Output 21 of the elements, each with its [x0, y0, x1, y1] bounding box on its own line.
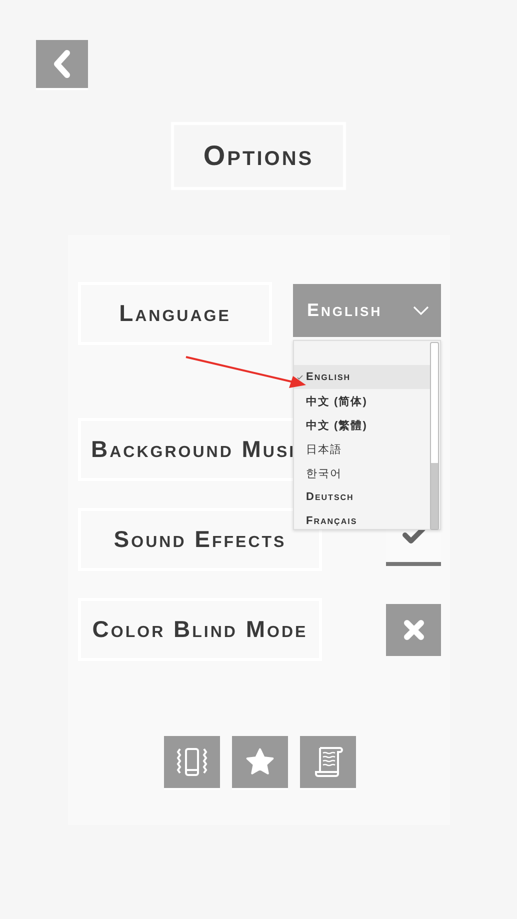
back-chevron-icon [52, 49, 72, 79]
scrollbar[interactable] [430, 342, 439, 530]
options-title: Options [171, 122, 346, 190]
chevron-down-icon [413, 306, 429, 316]
vibrating-phone-icon [174, 746, 208, 778]
back-button[interactable] [36, 40, 88, 90]
check-icon [297, 375, 303, 380]
language-option[interactable]: 中文 (简体) [294, 389, 433, 413]
star-button[interactable] [232, 736, 288, 790]
language-option[interactable]: 한국어 [294, 461, 433, 485]
setting-label: Color Blind Mode [78, 598, 322, 661]
close-icon [402, 619, 424, 641]
language-option[interactable]: English [294, 365, 433, 389]
language-option[interactable]: Deutsch [294, 485, 433, 509]
setting-label: Language [78, 282, 272, 345]
language-option[interactable]: 中文 (繁體) [294, 413, 433, 437]
vibration-button[interactable] [164, 736, 220, 790]
language-option[interactable]: 日本語 [294, 437, 433, 461]
language-option[interactable]: Français [294, 509, 433, 533]
scroll-button[interactable] [300, 736, 356, 790]
toggle-checkbox[interactable] [386, 604, 441, 656]
